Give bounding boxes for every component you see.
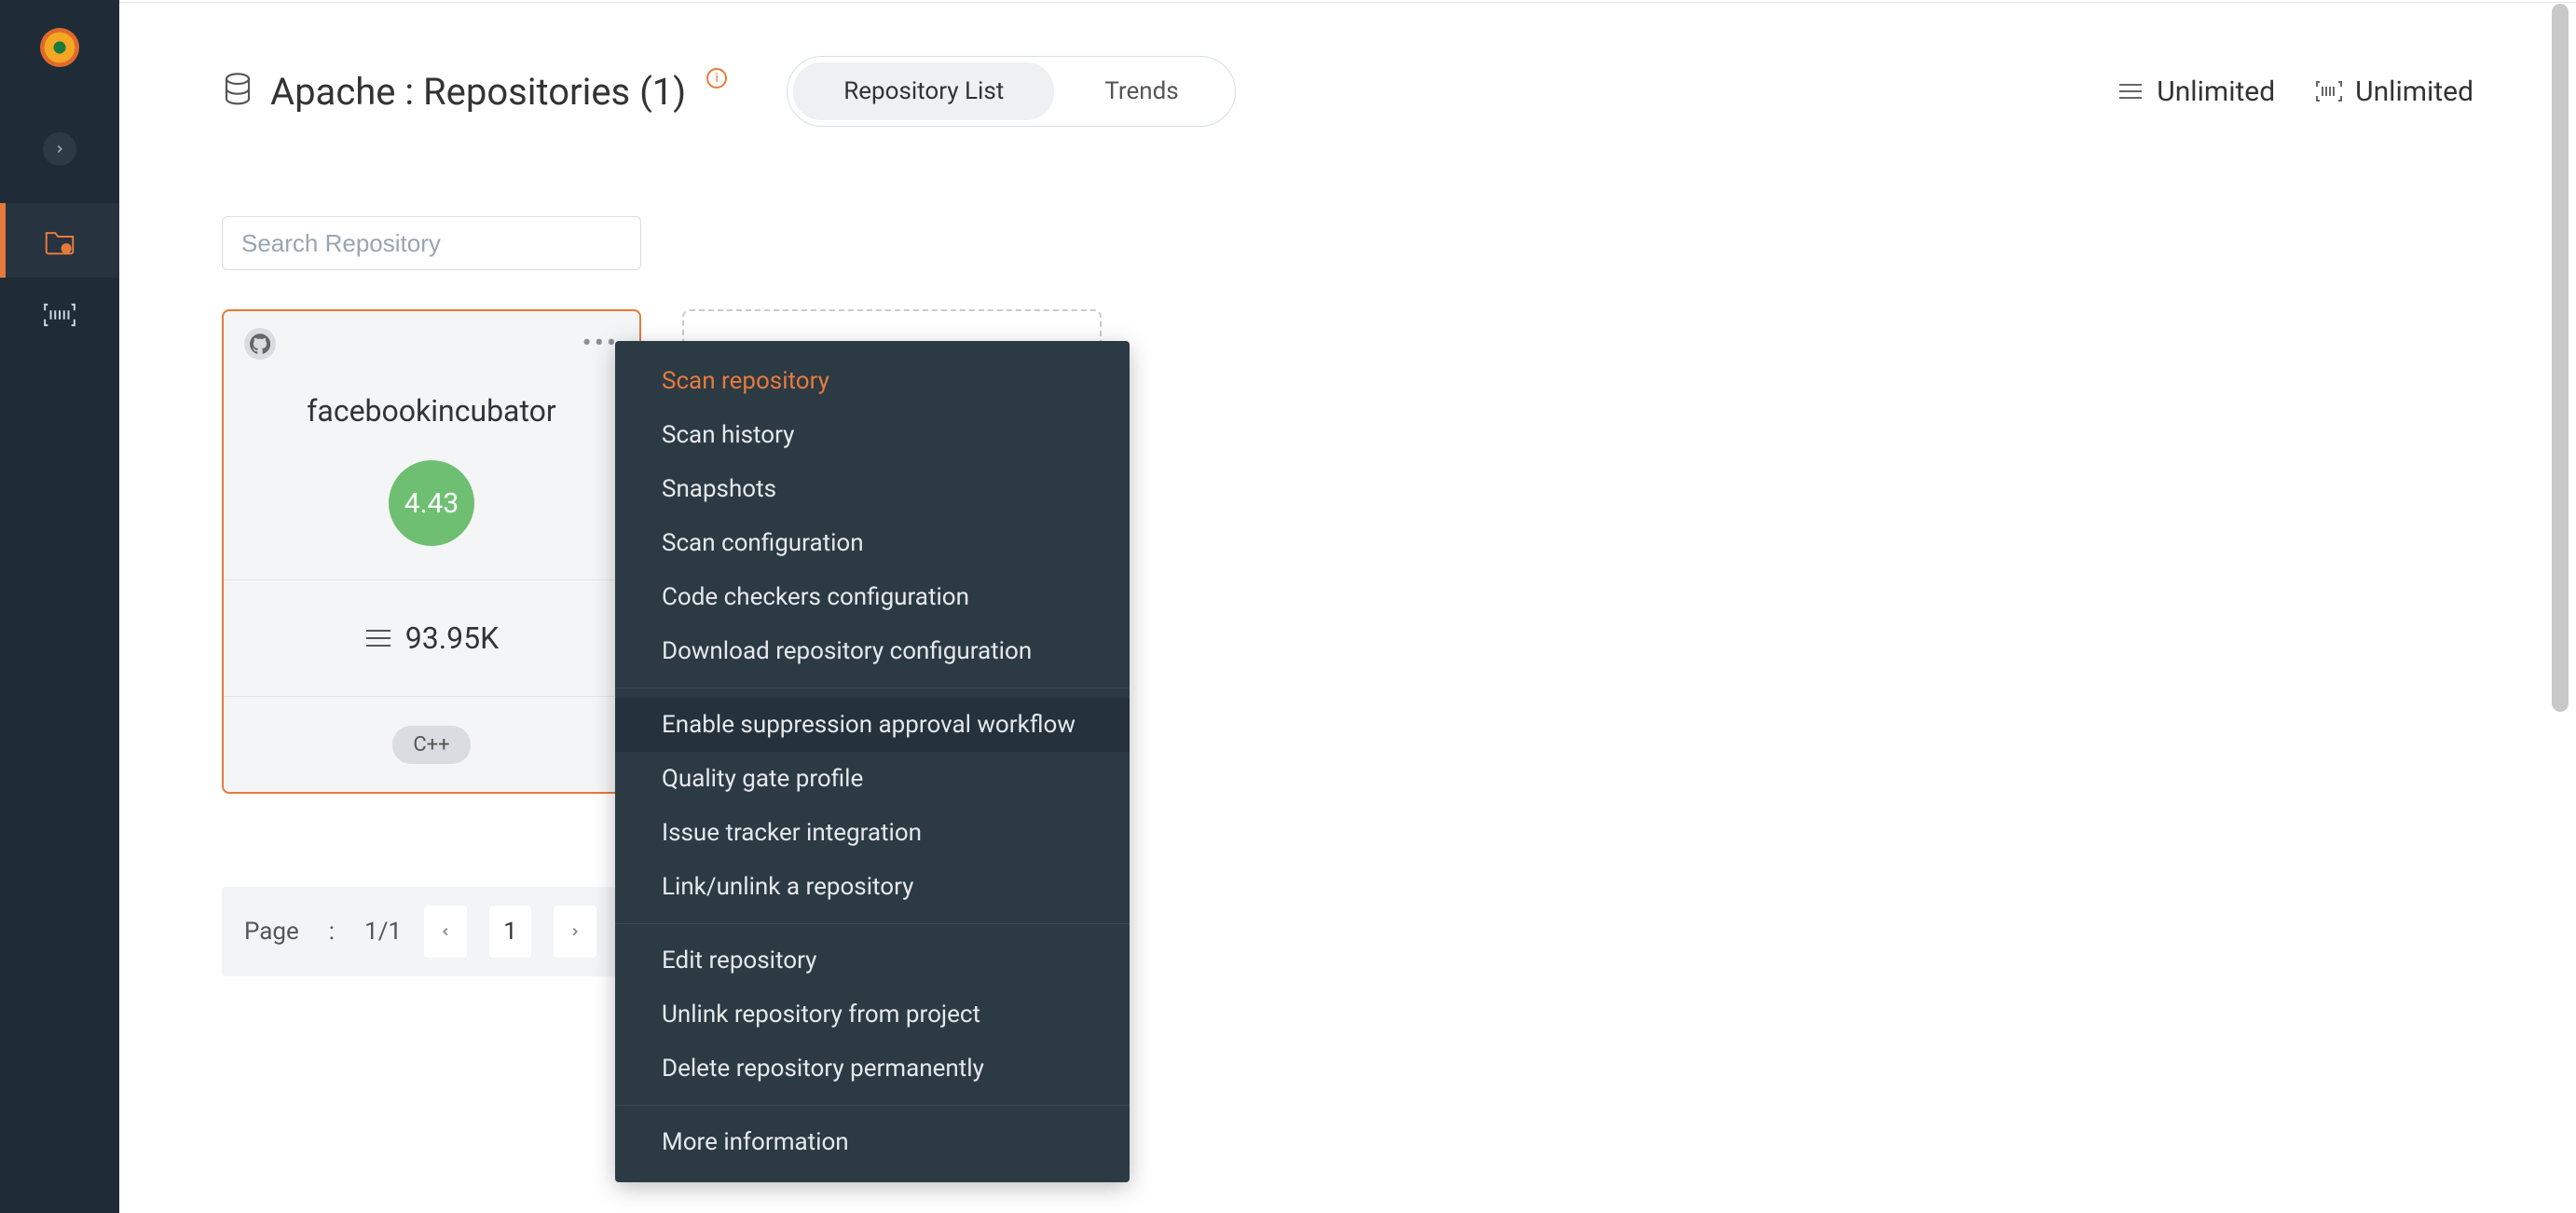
menu-unlink-repository-from-project[interactable]: Unlink repository from project bbox=[615, 988, 1130, 1042]
menu-code-checkers-configuration[interactable]: Code checkers configuration bbox=[615, 570, 1130, 624]
menu-more-information[interactable]: More information bbox=[615, 1115, 1130, 1169]
info-icon[interactable]: i bbox=[706, 68, 727, 89]
card-menu-button[interactable]: ••• bbox=[582, 335, 619, 352]
scan-icon bbox=[2316, 80, 2342, 102]
pagination-prev[interactable] bbox=[424, 906, 467, 958]
chevron-right-icon bbox=[569, 925, 582, 938]
lines-icon bbox=[364, 628, 392, 648]
page-header: Apache : Repositories (1) i Repository L… bbox=[222, 56, 2473, 127]
menu-download-repo-config[interactable]: Download repository configuration bbox=[615, 624, 1130, 678]
pagination: Page : 1/1 1 bbox=[222, 887, 619, 976]
repo-context-menu: Scan repository Scan history Snapshots S… bbox=[615, 341, 1130, 1182]
menu-enable-suppression-approval[interactable]: Enable suppression approval workflow bbox=[615, 698, 1130, 752]
page-title: Apache : Repositories (1) bbox=[270, 70, 686, 114]
menu-snapshots[interactable]: Snapshots bbox=[615, 462, 1130, 516]
menu-scan-configuration[interactable]: Scan configuration bbox=[615, 516, 1130, 570]
svg-text:P: P bbox=[64, 245, 69, 253]
chevron-right-icon bbox=[53, 143, 66, 156]
lines-quota: Unlimited bbox=[2117, 75, 2275, 108]
repo-language: C++ bbox=[392, 726, 470, 764]
repo-card[interactable]: ••• facebookincubator 4.43 93.95K C++ bbox=[222, 309, 641, 794]
chevron-left-icon bbox=[439, 925, 452, 938]
database-icon bbox=[222, 73, 253, 110]
repo-loc: 93.95K bbox=[405, 620, 499, 656]
sidebar-item-scans[interactable] bbox=[0, 278, 119, 352]
menu-quality-gate-profile[interactable]: Quality gate profile bbox=[615, 752, 1130, 806]
menu-scan-repository[interactable]: Scan repository bbox=[615, 354, 1130, 408]
scans-quota: Unlimited bbox=[2316, 75, 2473, 108]
menu-delete-repository-permanently[interactable]: Delete repository permanently bbox=[615, 1042, 1130, 1096]
menu-edit-repository[interactable]: Edit repository bbox=[615, 934, 1130, 988]
scrollbar[interactable] bbox=[2548, 0, 2572, 1213]
pagination-next[interactable] bbox=[554, 906, 596, 958]
view-toggle: Repository List Trends bbox=[787, 56, 1235, 127]
sidebar-expand-button[interactable] bbox=[43, 132, 76, 166]
menu-scan-history[interactable]: Scan history bbox=[615, 408, 1130, 462]
lines-quota-label: Unlimited bbox=[2157, 75, 2275, 108]
pagination-label: Page bbox=[244, 918, 299, 946]
tab-repository-list[interactable]: Repository List bbox=[793, 62, 1054, 120]
search-input[interactable] bbox=[222, 216, 641, 270]
menu-link-unlink-repository[interactable]: Link/unlink a repository bbox=[615, 860, 1130, 914]
lines-icon bbox=[2117, 82, 2144, 101]
menu-issue-tracker-integration[interactable]: Issue tracker integration bbox=[615, 806, 1130, 860]
sidebar: P bbox=[0, 0, 119, 1213]
github-icon bbox=[244, 328, 276, 360]
pagination-total: 1/1 bbox=[364, 918, 402, 946]
folder-icon: P bbox=[42, 223, 77, 258]
main-content: Apache : Repositories (1) i Repository L… bbox=[119, 0, 2576, 1213]
tab-trends[interactable]: Trends bbox=[1054, 62, 1228, 120]
app-logo[interactable] bbox=[40, 28, 79, 67]
barcode-scan-icon bbox=[42, 297, 77, 333]
scans-quota-label: Unlimited bbox=[2355, 75, 2473, 108]
sidebar-item-projects[interactable]: P bbox=[0, 203, 119, 278]
scrollbar-thumb[interactable] bbox=[2552, 4, 2569, 712]
pagination-current[interactable]: 1 bbox=[489, 906, 532, 958]
repo-name: facebookincubator bbox=[224, 393, 639, 429]
repo-score: 4.43 bbox=[389, 460, 474, 546]
